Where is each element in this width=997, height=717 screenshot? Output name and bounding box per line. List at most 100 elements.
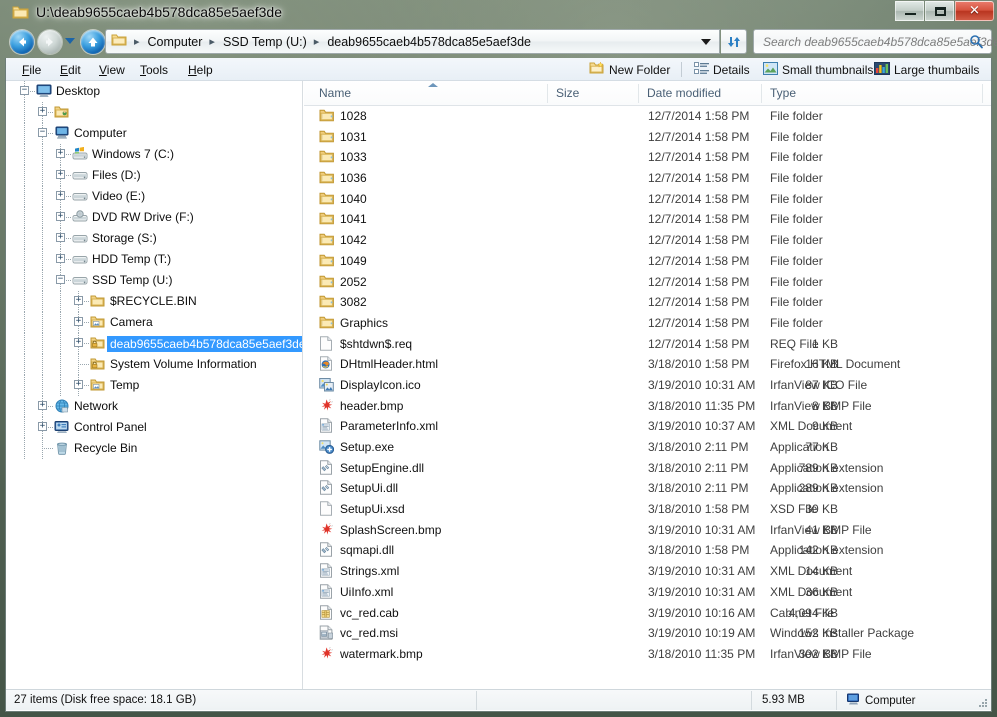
- table-row[interactable]: 1049 12/7/2014 1:58 PM File folder: [304, 251, 991, 272]
- tree-item-user[interactable]: +: [12, 102, 302, 123]
- search-box[interactable]: Search deab9655caeb4b578dca85e5aef3de: [753, 29, 997, 54]
- close-button[interactable]: ✕: [955, 1, 994, 21]
- column-divider[interactable]: [638, 84, 639, 103]
- table-row[interactable]: DisplayIcon.ico 87 KB 3/19/2010 10:31 AM Ir…: [304, 375, 991, 396]
- tree-expand-icon[interactable]: +: [38, 401, 47, 410]
- table-row[interactable]: 1042 12/7/2014 1:58 PM File folder: [304, 230, 991, 251]
- breadcrumb-item-current-folder[interactable]: deab9655caeb4b578dca85e5aef3de: [324, 33, 534, 51]
- tree-item-video-e[interactable]: + Video (E:): [12, 186, 302, 207]
- tree-expand-icon[interactable]: +: [56, 191, 65, 200]
- chevron-down-icon[interactable]: [65, 38, 75, 44]
- table-row[interactable]: Strings.xml 14 KB 3/19/2010 10:31 AM XML Do…: [304, 561, 991, 582]
- title-bar[interactable]: U:\deab9655caeb4b578dca85e5aef3de ✕: [0, 0, 997, 28]
- tree-expand-icon[interactable]: +: [56, 254, 65, 263]
- tree-item-control-panel[interactable]: + Control Panel: [12, 417, 302, 438]
- tree-expand-icon[interactable]: +: [56, 149, 65, 158]
- resize-grip-icon[interactable]: [977, 697, 989, 709]
- search-icon[interactable]: [969, 34, 984, 52]
- tree-item-recycle-bin[interactable]: Recycle Bin: [12, 438, 302, 459]
- tree-expand-icon[interactable]: +: [38, 422, 47, 431]
- tree-item-storage-s[interactable]: + Storage (S:): [12, 228, 302, 249]
- details-view-button[interactable]: Details: [694, 61, 750, 79]
- up-button[interactable]: [81, 30, 105, 54]
- column-header-name[interactable]: Name: [319, 86, 351, 100]
- file-type-cell: Firefox HTML Document: [770, 357, 901, 372]
- tree-item-temp[interactable]: + Temp: [12, 375, 302, 396]
- tree-item-hdd-temp-t[interactable]: + HDD Temp (T:): [12, 249, 302, 270]
- column-header-size[interactable]: Size: [556, 86, 579, 100]
- tree-item-network[interactable]: + Network: [12, 396, 302, 417]
- breadcrumb-item-computer[interactable]: Computer: [145, 33, 206, 51]
- address-dropdown-icon[interactable]: [701, 39, 711, 45]
- tree-expand-icon[interactable]: +: [74, 380, 83, 389]
- tree-item-camera[interactable]: + Camera: [12, 312, 302, 333]
- table-row[interactable]: 1031 12/7/2014 1:58 PM File folder: [304, 127, 991, 148]
- tree-item-system-volume-information[interactable]: System Volume Information: [12, 354, 302, 375]
- refresh-button[interactable]: [721, 29, 747, 54]
- tree-expand-icon[interactable]: +: [74, 338, 83, 347]
- tree-item-files-d[interactable]: + Files (D:): [12, 165, 302, 186]
- table-row[interactable]: $shtdwn$.req 1 KB 12/7/2014 1:58 PM REQ Fil…: [304, 334, 991, 355]
- table-row[interactable]: Setup.exe 77 KB 3/18/2010 2:11 PM Applicati…: [304, 437, 991, 458]
- table-row[interactable]: vc_red.cab 4,094 KB 3/19/2010 10:16 AM Cabi…: [304, 603, 991, 624]
- table-row[interactable]: Graphics 12/7/2014 1:58 PM File folder: [304, 313, 991, 334]
- table-row[interactable]: 3082 12/7/2014 1:58 PM File folder: [304, 292, 991, 313]
- tree-item-computer[interactable]: − Computer: [12, 123, 302, 144]
- menu-item-file[interactable]: File: [16, 62, 47, 78]
- file-name-cell: 1040: [340, 191, 367, 206]
- table-row[interactable]: SetupEngine.dll 789 KB 3/18/2010 2:11 PM Ap…: [304, 458, 991, 479]
- file-type-cell: IrfanView BMP File: [770, 522, 872, 537]
- tree-collapse-icon[interactable]: −: [56, 275, 65, 284]
- menu-item-edit[interactable]: Edit: [54, 62, 87, 78]
- minimize-button[interactable]: [895, 1, 924, 21]
- table-row[interactable]: SplashScreen.bmp 41 KB 3/19/2010 10:31 AM I…: [304, 520, 991, 541]
- table-row[interactable]: 1028 12/7/2014 1:58 PM File folder: [304, 106, 991, 127]
- tree-item-ssd-temp-u[interactable]: − SSD Temp (U:): [12, 270, 302, 291]
- table-row[interactable]: SetupUi.xsd 30 KB 3/18/2010 1:58 PM XSD Fil…: [304, 499, 991, 520]
- tree-collapse-icon[interactable]: −: [38, 128, 47, 137]
- column-header-type[interactable]: Type: [770, 86, 796, 100]
- large-thumbnails-button[interactable]: Large thumbails: [874, 61, 979, 79]
- tree-expand-icon[interactable]: +: [38, 107, 47, 116]
- tree-expand-icon[interactable]: +: [74, 317, 83, 326]
- tree-expand-icon[interactable]: +: [56, 212, 65, 221]
- table-row[interactable]: ParameterInfo.xml 9 KB 3/19/2010 10:37 AM X…: [304, 416, 991, 437]
- back-button[interactable]: [10, 30, 34, 54]
- table-row[interactable]: SetupUi.dll 289 KB 3/18/2010 2:11 PM Applic…: [304, 478, 991, 499]
- column-divider[interactable]: [761, 84, 762, 103]
- table-row[interactable]: 1040 12/7/2014 1:58 PM File folder: [304, 189, 991, 210]
- tree-expand-icon[interactable]: +: [74, 296, 83, 305]
- new-folder-button[interactable]: New Folder: [589, 61, 670, 79]
- menu-item-tools[interactable]: Tools: [134, 62, 174, 78]
- tree-item-deab9655caeb4b578dca85e5aef3de[interactable]: + deab9655caeb4b578dca85e5aef3de: [12, 333, 302, 354]
- menu-item-help[interactable]: Help: [182, 62, 219, 78]
- table-row[interactable]: watermark.bmp 302 KB 3/18/2010 11:35 PM Irf…: [304, 644, 991, 665]
- table-row[interactable]: DHtmlHeader.html 16 KB 3/18/2010 1:58 PM Fi…: [304, 354, 991, 375]
- table-row[interactable]: 1033 12/7/2014 1:58 PM File folder: [304, 147, 991, 168]
- tree-collapse-icon[interactable]: −: [20, 86, 29, 95]
- column-divider[interactable]: [547, 84, 548, 103]
- tree-connector-line: [24, 207, 25, 228]
- tree-item-dvd-rw-drive-f[interactable]: + DVD RW Drive (F:): [12, 207, 302, 228]
- breadcrumb-item-ssd-temp[interactable]: SSD Temp (U:): [220, 33, 310, 51]
- table-row[interactable]: vc_red.msi 152 KB 3/19/2010 10:19 AM Window…: [304, 623, 991, 644]
- small-thumbnails-button[interactable]: Small thumbnails: [763, 61, 873, 79]
- table-row[interactable]: header.bmp 8 KB 3/18/2010 11:35 PM IrfanVie…: [304, 396, 991, 417]
- menu-item-view[interactable]: View: [93, 62, 131, 78]
- tree-item-windows-7-c[interactable]: + Windows 7 (C:): [12, 144, 302, 165]
- folder-icon: [111, 33, 127, 50]
- address-bar[interactable]: ▸ Computer ▸ SSD Temp (U:) ▸ deab9655cae…: [105, 29, 720, 54]
- search-input[interactable]: Search deab9655caeb4b578dca85e5aef3de: [763, 35, 997, 49]
- table-row[interactable]: sqmapi.dll 142 KB 3/18/2010 1:58 PM Applica…: [304, 540, 991, 561]
- column-divider[interactable]: [982, 84, 983, 103]
- column-header-date[interactable]: Date modified: [647, 86, 721, 100]
- tree-item-desktop[interactable]: − Desktop: [12, 81, 302, 102]
- table-row[interactable]: 1041 12/7/2014 1:58 PM File folder: [304, 209, 991, 230]
- tree-item-recycle-bin[interactable]: + $RECYCLE.BIN: [12, 291, 302, 312]
- table-row[interactable]: 2052 12/7/2014 1:58 PM File folder: [304, 272, 991, 293]
- tree-expand-icon[interactable]: +: [56, 233, 65, 242]
- tree-expand-icon[interactable]: +: [56, 170, 65, 179]
- table-row[interactable]: 1036 12/7/2014 1:58 PM File folder: [304, 168, 991, 189]
- table-row[interactable]: UiInfo.xml 36 KB 3/19/2010 10:31 AM XML Doc…: [304, 582, 991, 603]
- maximize-button[interactable]: [925, 1, 954, 21]
